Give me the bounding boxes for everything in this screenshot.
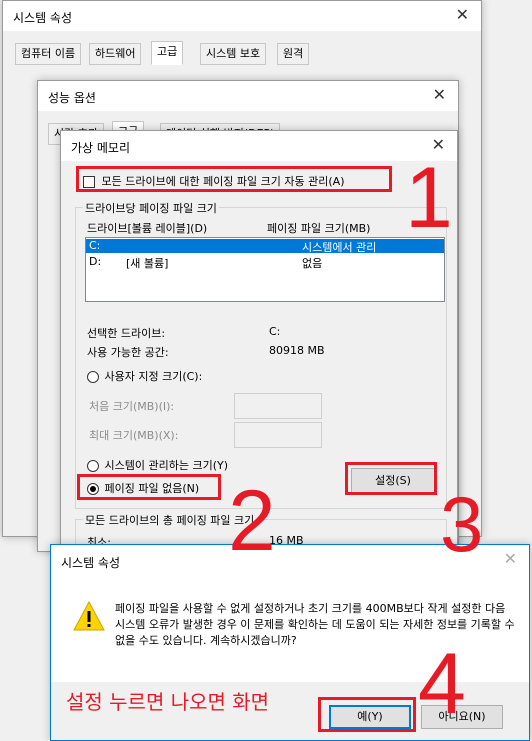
window-title: 가상 메모리 <box>71 141 131 155</box>
drive-row[interactable]: C: 시스템에서 관리 <box>86 239 444 254</box>
tab-remote[interactable]: 원격 <box>277 43 310 65</box>
virtual-memory-titlebar: 가상 메모리 ✕ <box>61 131 457 161</box>
initial-size-label: 처음 크기(MB)(I): <box>89 400 175 413</box>
annotation-number-4: 4 <box>418 636 466 732</box>
annotation-box-auto-manage <box>76 166 392 192</box>
warning-icon <box>73 600 105 631</box>
annotation-box-yes-button <box>318 697 416 732</box>
tab-strip: 컴퓨터 이름 하드웨어 고급 시스템 보호 원격 <box>15 41 475 65</box>
selected-drive-value: C: <box>269 325 281 338</box>
annotation-number-3: 3 <box>440 480 484 568</box>
tab-computer-name[interactable]: 컴퓨터 이름 <box>15 43 82 65</box>
system-properties-titlebar: 시스템 속성 ✕ <box>3 1 481 31</box>
annotation-number-2: 2 <box>228 473 276 569</box>
annotation-box-no-paging <box>77 474 221 500</box>
radio-circle[interactable] <box>87 371 99 383</box>
dialog-title: 시스템 속성 <box>61 556 121 570</box>
max-size-input[interactable] <box>234 422 322 448</box>
selected-drive-label: 선택한 드라이브: <box>87 327 166 340</box>
close-icon[interactable]: ✕ <box>433 86 446 104</box>
close-icon[interactable]: ✕ <box>456 6 469 24</box>
window-title: 시스템 속성 <box>13 11 73 25</box>
available-space-label: 사용 가능한 공간: <box>87 346 169 359</box>
drive-row[interactable]: D: [새 볼륨] 없음 <box>86 255 444 270</box>
tab-hardware[interactable]: 하드웨어 <box>89 43 142 65</box>
custom-size-radio[interactable]: 사용자 지정 크기(C): <box>87 368 287 384</box>
system-managed-radio[interactable]: 시스템이 관리하는 크기(Y) <box>87 457 287 473</box>
window-title: 성능 옵션 <box>48 91 96 105</box>
system-managed-label: 시스템이 관리하는 크기(Y) <box>104 459 229 472</box>
drive-list[interactable]: C: 시스템에서 관리 D: [새 볼륨] 없음 <box>85 237 445 302</box>
annotation-box-set-button <box>345 462 437 495</box>
annotation-number-1: 1 <box>405 150 453 246</box>
paging-size-group-title: 드라이브당 페이징 파일 크기 <box>83 200 219 216</box>
tab-system-protection[interactable]: 시스템 보호 <box>200 43 267 65</box>
initial-size-input[interactable] <box>234 393 322 419</box>
performance-options-titlebar: 성능 옵션 ✕ <box>38 81 458 111</box>
drive-letter: C: <box>89 239 101 252</box>
tab-advanced[interactable]: 고급 <box>151 41 184 65</box>
drive-volume-label: [새 볼륨] <box>126 257 169 270</box>
drive-letter: D: <box>89 255 102 268</box>
drive-size: 시스템에서 관리 <box>302 241 377 254</box>
available-space-value: 80918 MB <box>269 344 325 357</box>
max-size-label: 최대 크기(MB)(X): <box>89 429 179 442</box>
close-icon[interactable]: ✕ <box>504 550 517 568</box>
drive-size: 없음 <box>302 257 323 270</box>
column-header-drive: 드라이브[볼륨 레이블](D) <box>87 222 208 235</box>
annotation-caption: 설정 누르면 나오면 화면 <box>66 690 270 714</box>
column-header-size: 페이징 파일 크기(MB) <box>267 222 371 235</box>
custom-size-label: 사용자 지정 크기(C): <box>104 370 203 383</box>
radio-circle[interactable] <box>87 460 99 472</box>
